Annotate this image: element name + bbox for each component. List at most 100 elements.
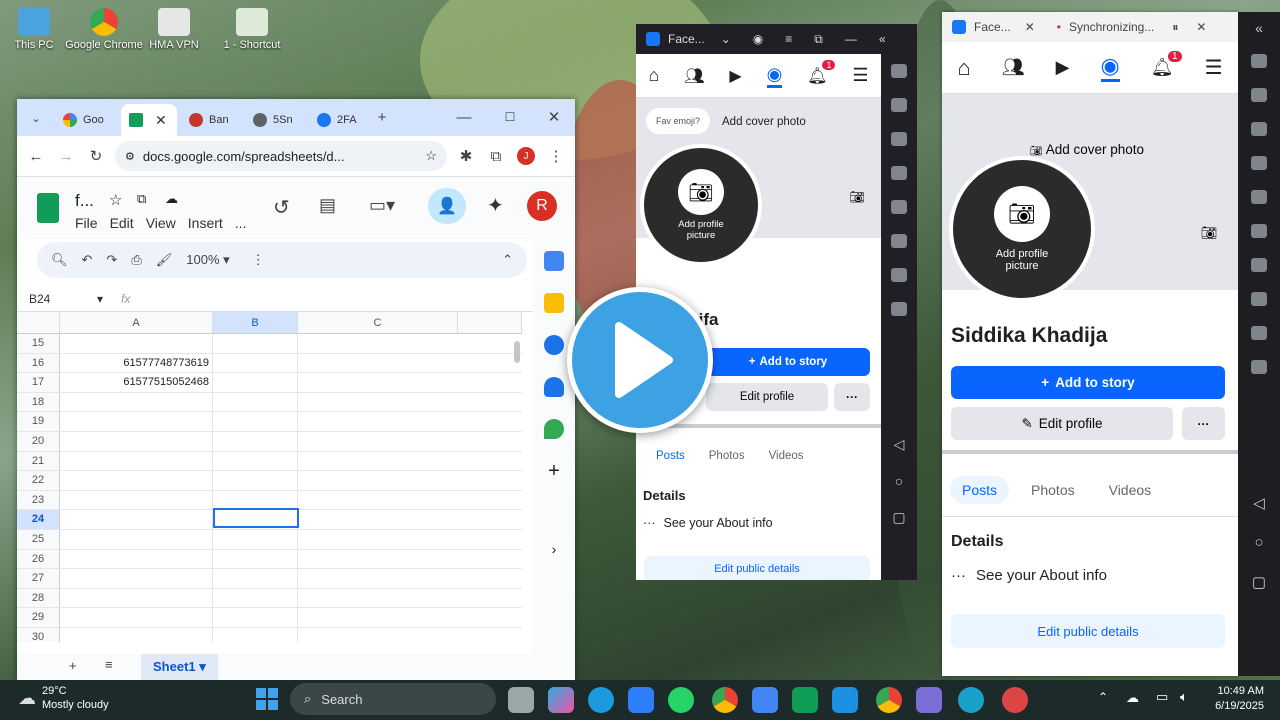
fb-small-collapse-icon[interactable]: « [879, 32, 886, 46]
vpn-taskbar-icon[interactable] [916, 687, 942, 713]
cell-b[interactable] [213, 549, 298, 569]
cell-b[interactable] [213, 569, 298, 588]
task-view-icon[interactable] [508, 687, 534, 713]
menu-file[interactable]: File [75, 215, 98, 231]
cell-b[interactable] [213, 588, 298, 608]
fb-large-profile-picture[interactable]: 📷︎ Add profile picture [949, 156, 1095, 302]
sheet-tab-sheet1[interactable]: Sheet1 ▾ [141, 654, 218, 680]
add-addon-icon[interactable]: + [544, 461, 564, 481]
tab-posts[interactable]: Posts [950, 476, 1010, 504]
cell-a[interactable] [60, 432, 213, 451]
fb-large-cover[interactable]: 📷︎ Add cover photo 📷︎ Add profile pictur… [942, 94, 1238, 302]
puzzle-icon[interactable]: ⧉ [485, 145, 507, 167]
cell-b[interactable] [213, 608, 298, 627]
cell-b[interactable] [213, 412, 298, 431]
row-number[interactable]: 29 [17, 608, 60, 627]
url-field[interactable]: ⚙ docs.google.com/spreadsheets/d... ☆ [115, 141, 447, 171]
browser-menu-icon[interactable]: ⋮ [545, 145, 567, 167]
cell-a[interactable] [60, 412, 213, 431]
spreadsheet-grid[interactable]: A B C 15 16 61577748773619 17 61577515052468… [17, 312, 522, 642]
rail-icon-2[interactable] [1251, 88, 1267, 102]
extension-icon[interactable]: ✱ [455, 145, 477, 167]
cell-b[interactable] [213, 392, 298, 412]
row-number[interactable]: 18 [17, 392, 60, 412]
comments-icon[interactable]: ▤ [319, 195, 336, 216]
fb-small-add-story-button[interactable]: + Add to story [706, 348, 870, 376]
fb-large-close-tab-icon[interactable]: ✕ [1025, 20, 1035, 34]
row-number[interactable]: 21 [17, 451, 60, 471]
pause-icon[interactable]: ⏸ [1172, 20, 1178, 35]
browser-tab-google[interactable]: Goo [55, 104, 119, 136]
cell-b[interactable] [213, 471, 298, 490]
print-icon[interactable]: ⎙ [131, 252, 141, 268]
menu-edit[interactable]: Edit [110, 215, 134, 231]
gemini-icon[interactable]: ✦ [487, 193, 504, 218]
fb-large-about-row[interactable]: ··· See your About info [951, 567, 1107, 584]
rail-icon-10[interactable] [1251, 360, 1267, 374]
tab-photos[interactable]: Photos [1019, 476, 1087, 504]
browser-tab-ban[interactable]: Ban [181, 104, 243, 136]
fb-large-edit-profile-button[interactable]: ✎ Edit profile [951, 407, 1173, 440]
cell-a[interactable] [60, 549, 213, 569]
close-icon[interactable]: ✕ [1196, 20, 1206, 34]
fb-small-more-button[interactable]: ··· [834, 383, 870, 411]
row-number[interactable]: 16 [17, 353, 60, 373]
android-back-icon[interactable]: ◁ [1238, 494, 1280, 512]
tab-videos[interactable]: Videos [769, 450, 804, 462]
column-header-c[interactable]: C [298, 312, 458, 334]
cell-a[interactable] [60, 451, 213, 471]
maximize-icon[interactable]: ☐ [499, 106, 521, 128]
whatsapp-icon[interactable] [668, 687, 694, 713]
rail-icon-8[interactable] [1251, 292, 1267, 306]
cover-camera-icon[interactable]: 📷︎ [1194, 218, 1224, 248]
rail-icon-3[interactable] [891, 132, 907, 146]
account-avatar[interactable]: R [527, 191, 557, 221]
edge-icon[interactable] [588, 687, 614, 713]
forward-icon[interactable]: → [55, 145, 77, 167]
fb-small-cover[interactable]: Fav emoji? Add cover photo 📷︎ Add profil… [636, 98, 881, 266]
chrome-taskbar-icon[interactable] [712, 687, 738, 713]
rail-collapse-icon[interactable]: « [1238, 20, 1280, 36]
row-number[interactable]: 20 [17, 432, 60, 451]
docs-icon[interactable] [752, 687, 778, 713]
more-vert-icon[interactable]: ⋮ [252, 252, 265, 268]
keep-icon[interactable] [544, 293, 564, 313]
cell-a[interactable]: 61577515052468 [60, 373, 213, 392]
zoom-select[interactable]: 100% ▾ [186, 252, 229, 268]
profile-icon[interactable]: ◉ [766, 64, 783, 88]
app-taskbar-icon-2[interactable] [1002, 687, 1028, 713]
row-number[interactable]: 28 [17, 588, 60, 608]
contacts-icon[interactable] [544, 377, 564, 397]
rail-icon-3[interactable] [1251, 122, 1267, 136]
tab-close-icon[interactable]: ✕ [155, 112, 167, 129]
bookmark-star-icon[interactable]: ☆ [425, 148, 437, 164]
cell-b[interactable] [213, 334, 298, 353]
friends-icon[interactable]: 👥︎ [684, 66, 704, 86]
fb-large-tab-label[interactable]: Face... [974, 20, 1011, 34]
fb-small-edit-details-button[interactable]: Edit public details [644, 556, 870, 580]
name-box-dropdown-icon[interactable]: ▾ [97, 292, 121, 306]
onedrive-icon[interactable]: ☁ [1126, 690, 1139, 706]
cell-a[interactable] [60, 628, 213, 642]
rail-icon-4[interactable] [891, 166, 907, 180]
friends-icon[interactable]: 👥︎ [1002, 57, 1025, 78]
tasks-icon[interactable] [544, 335, 564, 355]
browser-tab-2fa[interactable]: 2FA [309, 104, 371, 136]
network-icon[interactable]: ▭ [1156, 689, 1168, 705]
copilot-icon[interactable] [548, 687, 574, 713]
cell-a[interactable] [60, 569, 213, 588]
selected-cell-b24[interactable] [213, 508, 299, 528]
home-icon[interactable]: ⌂ [958, 55, 971, 81]
calendar-icon[interactable] [544, 251, 564, 271]
menu-view[interactable]: View [146, 215, 176, 231]
row-number[interactable]: 17 [17, 373, 60, 392]
maps-icon[interactable] [544, 419, 564, 439]
fb-small-window-icon[interactable]: ⧉ [814, 32, 823, 47]
row-number[interactable]: 24 [17, 510, 60, 529]
column-header-a[interactable]: A [60, 312, 213, 334]
tab-search-icon[interactable]: ⌄ [25, 107, 47, 129]
new-tab-icon[interactable]: + [371, 106, 393, 128]
row-number[interactable]: 15 [17, 334, 60, 353]
column-header-b[interactable]: B [213, 312, 298, 334]
row-number[interactable]: 22 [17, 471, 60, 490]
